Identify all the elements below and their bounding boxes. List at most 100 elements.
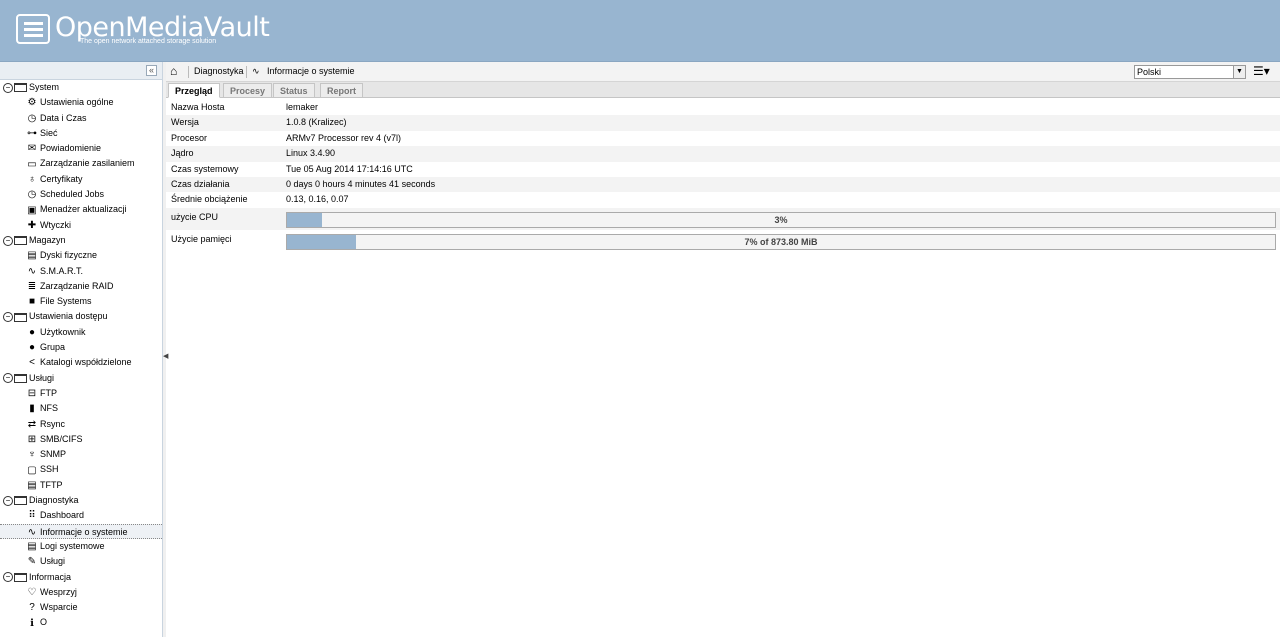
- breadcrumb-bar: ⌂ Diagnostyka ∿ Informacje o systemie Po…: [166, 62, 1280, 82]
- nav-tree: − System ⚙ Ustawienia ogólne ◷ Data i Czas ⊶ Si…: [0, 80, 162, 631]
- nav-item-label: Wsparcie: [40, 602, 78, 613]
- nav-item[interactable]: ● Użytkownik: [0, 325, 162, 340]
- nav-item-label: Menadżer aktualizacji: [40, 204, 127, 215]
- collapse-toggle-icon[interactable]: −: [3, 572, 13, 583]
- nav-item-label: Usługi: [40, 556, 66, 567]
- tab-status[interactable]: Status: [273, 83, 315, 98]
- home-icon[interactable]: ⌂: [170, 64, 177, 78]
- nav-item[interactable]: ✎ Usługi: [0, 554, 162, 569]
- nav-item[interactable]: ♆ SNMP: [0, 447, 162, 462]
- nav-item[interactable]: ● Grupa: [0, 340, 162, 355]
- nav-item[interactable]: ∿ S.M.A.R.T.: [0, 264, 162, 279]
- info-row: Czas systemowy Tue 05 Aug 2014 17:14:16 U…: [166, 162, 1280, 177]
- collapse-toggle-icon[interactable]: −: [3, 235, 13, 246]
- nav-item-icon: ∿: [27, 526, 37, 538]
- nav-item-icon: ⠿: [28, 510, 36, 522]
- language-select[interactable]: Polski ▼: [1134, 65, 1246, 79]
- nav-item[interactable]: ▭ Zarządzanie zasilaniem: [0, 156, 162, 171]
- main-menu-icon[interactable]: ☰▾: [1253, 65, 1270, 77]
- nav-item-label: Zarządzanie zasilaniem: [40, 158, 135, 169]
- nav-category[interactable]: − Usługi: [0, 371, 162, 386]
- nav-category[interactable]: − Informacja: [0, 570, 162, 585]
- nav-item-icon: ●: [28, 326, 36, 338]
- info-value: ARMv7 Processor rev 4 (v7l): [286, 132, 402, 143]
- tab-przeglad[interactable]: Przegląd: [168, 83, 220, 98]
- nav-item[interactable]: ◷ Data i Czas: [0, 111, 162, 126]
- collapse-toggle-icon[interactable]: −: [3, 312, 13, 323]
- nav-item-label: Katalogi współdzielone: [40, 357, 132, 368]
- collapse-toggle-icon[interactable]: −: [3, 373, 13, 384]
- nav-item-label: Informacje o systemie: [40, 526, 128, 537]
- nav-item-icon: ◷: [27, 112, 37, 124]
- divider: [188, 66, 189, 78]
- nav-item[interactable]: ? Wsparcie: [0, 600, 162, 615]
- breadcrumb-section[interactable]: Diagnostyka: [194, 66, 244, 76]
- nav-item[interactable]: ∿ Informacje o systemie: [0, 523, 162, 539]
- nav-item[interactable]: ⚙ Ustawienia ogólne: [0, 95, 162, 110]
- nav-category[interactable]: − Ustawienia dostępu: [0, 309, 162, 324]
- nav-item-icon: ℹ: [30, 617, 34, 629]
- tab-report[interactable]: Report: [320, 83, 363, 98]
- info-value: Tue 05 Aug 2014 17:14:16 UTC: [286, 163, 413, 174]
- nav-item-icon: ▢: [27, 464, 37, 476]
- nav-item[interactable]: ♡ Wesprzyj: [0, 585, 162, 600]
- nav-item-label: FTP: [40, 387, 57, 398]
- collapse-sidebar-button[interactable]: «: [146, 65, 157, 76]
- nav-item[interactable]: ℹO: [0, 615, 162, 630]
- nav-item-label: Grupa: [40, 342, 66, 353]
- nav-item[interactable]: ▤ TFTP: [0, 478, 162, 493]
- nav-item[interactable]: ✚ Wtyczki: [0, 218, 162, 233]
- chevron-down-icon[interactable]: ▼: [1233, 66, 1245, 78]
- memory-row: Użycie pamięci 7% of 873.80 MiB: [166, 230, 1280, 252]
- nav-item[interactable]: ▣ Menadżer aktualizacji: [0, 202, 162, 217]
- nav-item[interactable]: ▤ Dyski fizyczne: [0, 248, 162, 263]
- divider: [246, 66, 247, 78]
- folder-icon: [14, 83, 27, 93]
- nav-item[interactable]: ⇄ Rsync: [0, 417, 162, 432]
- nav-item-label: Powiadomienie: [40, 143, 102, 154]
- nav-item-icon: ▣: [27, 204, 37, 216]
- nav-item-label: Rsync: [40, 418, 66, 429]
- nav-item[interactable]: ≣ Zarządzanie RAID: [0, 279, 162, 294]
- nav-item[interactable]: ⊞ SMB/CIFS: [0, 432, 162, 447]
- nav-item[interactable]: ⊟ FTP: [0, 386, 162, 401]
- collapse-arrow-icon[interactable]: ◀: [163, 352, 168, 360]
- info-row: Jądro Linux 3.4.90: [166, 146, 1280, 162]
- app-header: OpenMediaVault The open network attached…: [0, 0, 1280, 62]
- nav-item-icon: ✎: [27, 556, 37, 568]
- nav-item[interactable]: ▢ SSH: [0, 462, 162, 477]
- nav-item-label: Sieć: [40, 127, 58, 138]
- sidebar-header: «: [0, 62, 162, 80]
- info-label: Wersja: [171, 117, 199, 128]
- nav-item[interactable]: ◷ Scheduled Jobs: [0, 187, 162, 202]
- folder-icon: [14, 312, 27, 322]
- info-row: Wersja 1.0.8 (Kralizec): [166, 115, 1280, 131]
- cpu-label: użycie CPU: [171, 211, 219, 222]
- collapse-toggle-icon[interactable]: −: [3, 82, 13, 93]
- tab-procesy[interactable]: Procesy: [223, 83, 273, 98]
- info-row: Nazwa Hosta lemaker: [166, 100, 1280, 115]
- nav-item[interactable]: ⠿ Dashboard: [0, 508, 162, 523]
- nav-category-label: Ustawienia dostępu: [29, 311, 108, 322]
- nav-item[interactable]: ▤ Logi systemowe: [0, 539, 162, 554]
- nav-item[interactable]: ▮ NFS: [0, 401, 162, 416]
- collapse-toggle-icon[interactable]: −: [3, 495, 13, 506]
- folder-icon: [14, 572, 27, 582]
- info-value: lemaker: [286, 102, 319, 112]
- memory-progress-bar: 7% of 873.80 MiB: [286, 233, 1276, 250]
- breadcrumb-page[interactable]: Informacje o systemie: [267, 66, 355, 76]
- nav-item-label: Dashboard: [40, 510, 85, 521]
- nav-item[interactable]: ♁ Certyfikaty: [0, 172, 162, 187]
- info-label: Czas działania: [171, 178, 230, 189]
- nav-item[interactable]: ⊶ Sieć: [0, 126, 162, 141]
- nav-item[interactable]: ✉ Powiadomienie: [0, 141, 162, 156]
- nav-item[interactable]: ■ File Systems: [0, 294, 162, 309]
- nav-category[interactable]: − System: [0, 80, 162, 95]
- nav-category[interactable]: − Diagnostyka: [0, 493, 162, 508]
- folder-icon: [14, 496, 27, 506]
- nav-item[interactable]: < Katalogi współdzielone: [0, 355, 162, 370]
- nav-category[interactable]: − Magazyn: [0, 233, 162, 248]
- nav-category-label: Usługi: [29, 372, 55, 383]
- memory-progress-text: 7% of 873.80 MiB: [744, 236, 818, 247]
- cpu-progress-bar: 3%: [286, 211, 1276, 228]
